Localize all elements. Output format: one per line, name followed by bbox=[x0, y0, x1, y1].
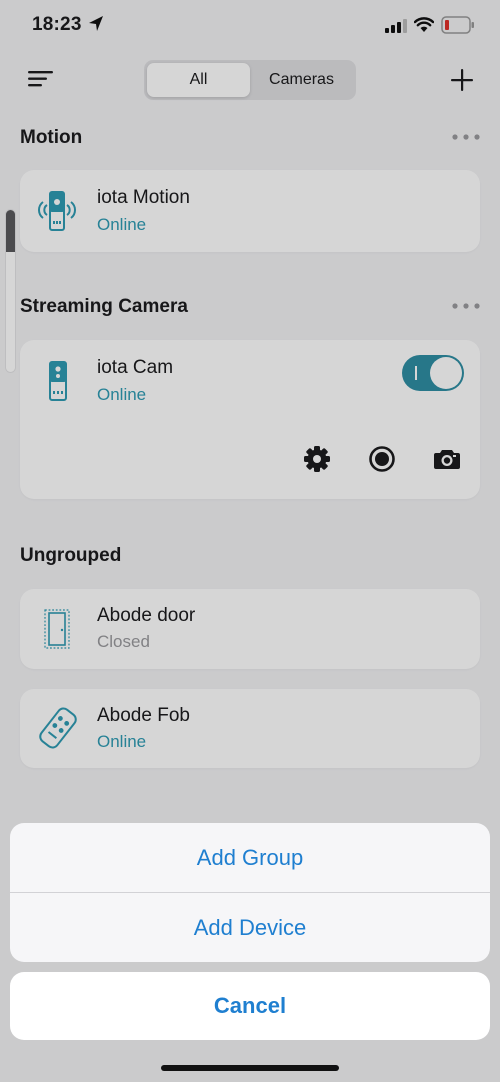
cancel-button[interactable]: Cancel bbox=[10, 972, 490, 1040]
home-indicator[interactable] bbox=[161, 1065, 339, 1071]
action-sheet: Add Group Add Device bbox=[10, 823, 490, 962]
add-group-button[interactable]: Add Group bbox=[10, 823, 490, 892]
add-device-button[interactable]: Add Device bbox=[10, 893, 490, 962]
